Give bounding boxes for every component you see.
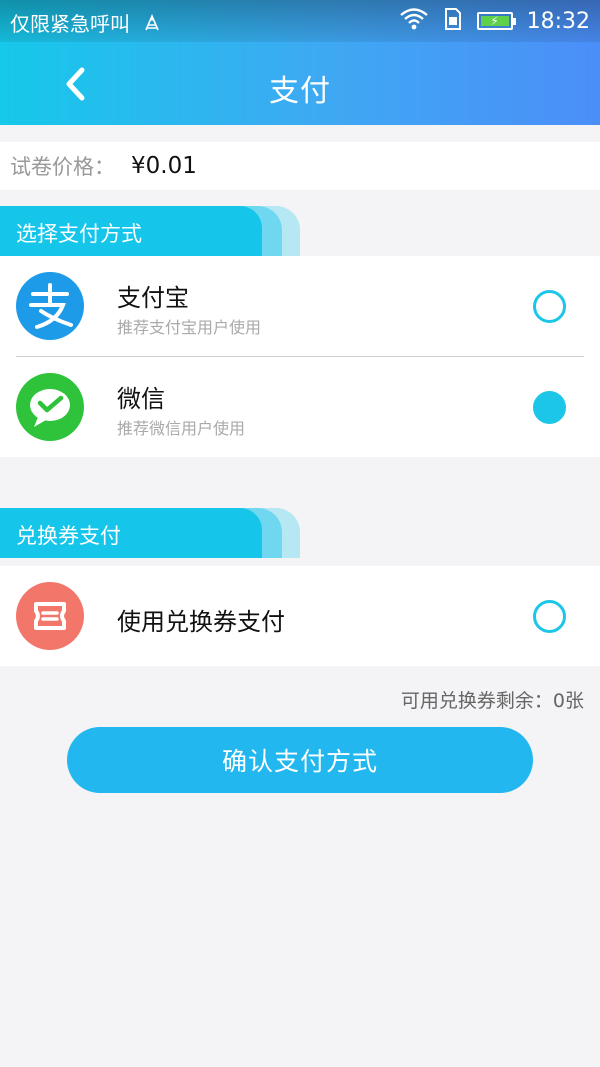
sim-status-icon bbox=[443, 7, 463, 35]
page-title: 支付 bbox=[269, 74, 331, 109]
app-header: 仅限紧急呼叫 ⚡ 18:32 支付 bbox=[0, 0, 600, 125]
status-right: ⚡ 18:32 bbox=[399, 6, 590, 36]
wechat-icon bbox=[16, 373, 84, 441]
payment-option-wechat[interactable]: 微信 推荐微信用户使用 bbox=[0, 357, 600, 457]
price-value: ¥0.01 bbox=[131, 153, 197, 179]
wechat-name: 微信 bbox=[117, 385, 165, 413]
wechat-description: 推荐微信用户使用 bbox=[117, 419, 246, 438]
payment-option-coupon[interactable]: 使用兑换券支付 bbox=[0, 566, 600, 666]
status-bar: 仅限紧急呼叫 ⚡ 18:32 bbox=[0, 0, 600, 42]
alipay-radio[interactable] bbox=[533, 290, 566, 323]
charging-bolt-icon: ⚡ bbox=[490, 14, 499, 28]
alipay-icon bbox=[16, 272, 84, 340]
payment-section-title: 选择支付方式 bbox=[16, 222, 142, 246]
coupon-remaining: 可用兑换券剩余：0张 bbox=[400, 690, 584, 712]
status-time: 18:32 bbox=[526, 8, 590, 34]
payment-section-header: 选择支付方式 bbox=[0, 206, 300, 256]
status-left: 仅限紧急呼叫 bbox=[10, 8, 162, 38]
coupon-option-name: 使用兑换券支付 bbox=[117, 608, 285, 636]
coupon-section-title: 兑换券支付 bbox=[16, 524, 121, 548]
payment-options-card: 支付宝 推荐支付宝用户使用 微信 推荐微信用户使用 bbox=[0, 256, 600, 457]
coupon-section-header: 兑换券支付 bbox=[0, 508, 300, 558]
carrier-text: 仅限紧急呼叫 bbox=[10, 12, 130, 36]
coupon-icon bbox=[16, 582, 84, 650]
sim-card-icon bbox=[142, 13, 162, 38]
alipay-name: 支付宝 bbox=[117, 284, 189, 312]
wifi-icon bbox=[399, 7, 429, 35]
confirm-payment-button[interactable]: 确认支付方式 bbox=[67, 727, 533, 793]
coupon-radio[interactable] bbox=[533, 600, 566, 633]
price-label: 试卷价格： bbox=[10, 155, 115, 179]
wechat-radio[interactable] bbox=[533, 391, 566, 424]
payment-option-alipay[interactable]: 支付宝 推荐支付宝用户使用 bbox=[0, 256, 600, 356]
coupon-card: 使用兑换券支付 bbox=[0, 566, 600, 666]
price-row: 试卷价格： ¥0.01 bbox=[0, 142, 600, 190]
battery-icon: ⚡ bbox=[476, 12, 516, 30]
alipay-description: 推荐支付宝用户使用 bbox=[117, 318, 262, 337]
